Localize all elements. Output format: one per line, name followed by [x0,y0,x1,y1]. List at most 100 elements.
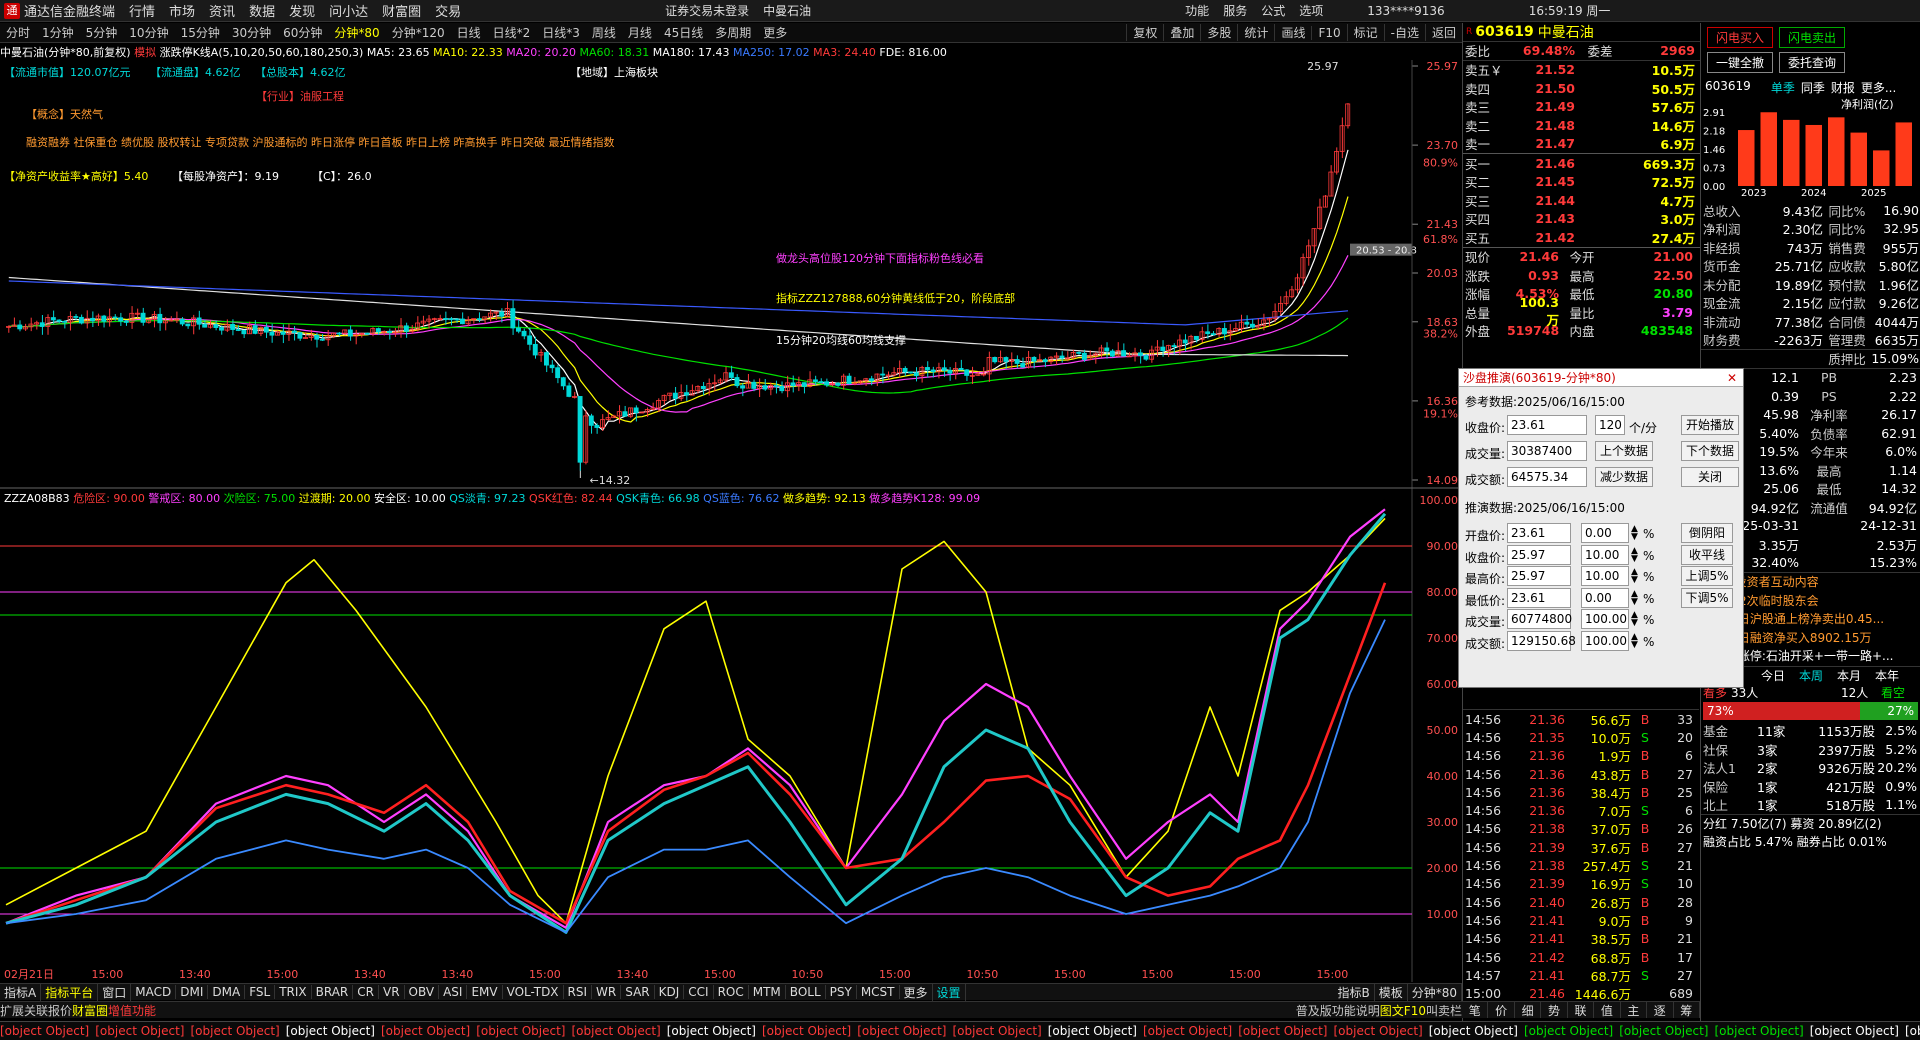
ref-vol-input[interactable]: 30387400 [1507,441,1587,461]
tab-single[interactable]: 单季 [1771,79,1795,96]
sim-pct-input[interactable]: 100.00 [1581,609,1629,629]
multistock-button[interactable]: 多股 [1200,24,1237,41]
period-month[interactable]: 月线 [622,24,658,41]
menu-fuwu[interactable]: 服务 [1223,2,1247,19]
sim-value-input[interactable]: 129150.68 [1507,630,1576,651]
indicator-tab[interactable]: CCI [684,985,714,999]
ask-row[interactable]: 卖四 21.50 50.5万 [1463,79,1700,98]
menu-jiaoyi[interactable]: 交易 [435,1,461,20]
menu-hangqing[interactable]: 行情 [129,1,155,20]
indicator-tab[interactable]: VOL-TDX [503,985,564,999]
indicator-tab[interactable]: CR [353,985,379,999]
side-tab[interactable]: 势 [1541,1002,1568,1018]
period-80min[interactable]: 分钟*80 [328,24,385,41]
cancel-all-button[interactable]: 一键全撤 [1707,52,1774,73]
sim-action-button[interactable]: 下调5% [1681,587,1733,608]
indicator-tab-right[interactable]: 分钟*80 [1408,983,1462,1001]
period-15min[interactable]: 15分钟 [175,24,226,41]
indicator-tab[interactable]: 更多 [900,983,933,1001]
sim-pct-input[interactable]: 10.00 [1581,544,1629,565]
osc-title[interactable]: ZZZA08B83 [4,492,70,505]
flash-buy-button[interactable]: 闪电买入 [1707,27,1774,48]
eye-tab-month[interactable]: 本月 [1837,667,1875,684]
indicator-tab[interactable]: FSL [245,985,276,999]
sim-action-button[interactable]: 倒阴阳 [1681,523,1733,543]
indicator-tab[interactable]: BOLL [786,985,826,999]
bid-row[interactable]: 买一 21.46 669.3万 [1463,154,1700,173]
tab-same[interactable]: 同季 [1801,79,1825,96]
eye-tab-week[interactable]: 本周 [1799,667,1837,684]
ext-tab[interactable]: 增值功能 [108,1002,156,1019]
eye-tab-today[interactable]: 今日 [1761,667,1799,684]
indicator-tab[interactable]: BRAR [312,985,354,999]
indicator-tab[interactable]: 窗口 [98,983,132,1001]
sim-pct-input[interactable]: 0.00 [1581,587,1629,608]
period-day[interactable]: 日线 [451,24,487,41]
ref-amt-input[interactable]: 64575.34 [1507,467,1587,487]
period-10min[interactable]: 10分钟 [123,24,174,41]
indicator-tab[interactable]: WR [592,985,622,999]
indicator-tab[interactable]: DMA [208,985,246,999]
bid-book[interactable]: 买一 21.46 669.3万 买二 21.45 72.5万 买三 21.44 4.7万 买四 21… [1463,153,1700,247]
ref-close-input[interactable]: 23.61 [1507,415,1587,435]
favorite-button[interactable]: -自选 [1383,24,1425,41]
mode-badge[interactable]: 模拟 [134,46,156,59]
indicator-tab[interactable]: TRIX [275,985,312,999]
step-input[interactable]: 120 [1595,415,1625,435]
indicator-tab[interactable]: MTM [749,985,786,999]
period-day3[interactable]: 日线*3 [536,24,586,41]
sim-action-button[interactable]: 收平线 [1681,544,1733,565]
side-tab[interactable]: 值 [1594,1002,1621,1018]
sim-action-button[interactable]: 上调5% [1681,566,1733,586]
sim-pct-input[interactable]: 0.00 [1581,523,1629,543]
close-icon[interactable]: ✕ [1727,369,1737,386]
ask-row[interactable]: 卖三 21.49 57.6万 [1463,98,1700,117]
period-30min[interactable]: 30分钟 [226,24,277,41]
bid-row[interactable]: 买三 21.44 4.7万 [1463,191,1700,210]
fuquan-button[interactable]: 复权 [1126,24,1163,41]
indicator-tab[interactable]: OBV [405,985,440,999]
menu-zixun[interactable]: 资讯 [209,1,235,20]
ask-book[interactable]: 卖五￥ 21.52 10.5万 卖四 21.50 50.5万 卖三 21.49 57.6万 卖二 2… [1463,61,1700,154]
indicator-tab-right[interactable]: 模板 [1375,983,1408,1001]
sim-pct-input[interactable]: 100.00 [1581,630,1629,651]
indicator-tab[interactable]: 指标平台 [41,983,99,1001]
side-tab[interactable]: 联 [1568,1002,1595,1018]
menu-shuju[interactable]: 数据 [249,1,275,20]
indicator-tab[interactable]: MCST [857,985,900,999]
ext-tab[interactable]: 扩展 [0,1002,24,1019]
sim-pct-input[interactable]: 10.00 [1581,566,1629,586]
dialog-close-button[interactable]: 关闭 [1681,467,1739,487]
indicator-tab[interactable]: PSY [826,985,857,999]
bid-row[interactable]: 买五 21.42 27.4万 [1463,228,1700,247]
side-tab[interactable]: 价 [1488,1002,1515,1018]
period-5min[interactable]: 5分钟 [80,24,124,41]
ask-row[interactable]: 卖二 21.48 14.6万 [1463,116,1700,135]
spin-icon[interactable]: ▲ ▼ [1631,589,1638,606]
spin-icon[interactable]: ▲ ▼ [1631,611,1638,628]
side-tab[interactable]: 筹 [1674,1002,1700,1018]
reduce-data-button[interactable]: 减少数据 [1595,467,1653,487]
sim-value-input[interactable]: 25.97 [1507,544,1571,565]
spin-icon[interactable]: ▲ ▼ [1631,546,1638,563]
indicator-tab[interactable]: RSI [564,985,593,999]
side-tab[interactable]: 细 [1515,1002,1542,1018]
indicator-tab[interactable]: 指标A [0,983,42,1001]
spin-icon[interactable]: ▲ ▼ [1631,568,1638,585]
account-id[interactable]: 133****9136 [1367,4,1444,18]
ask-row[interactable]: 卖五￥ 21.52 10.5万 [1463,61,1700,80]
period-120min[interactable]: 分钟*120 [386,24,451,41]
menu-faxian[interactable]: 发现 [289,1,315,20]
menu-xuanxiang[interactable]: 选项 [1299,2,1323,19]
indicator-tab[interactable]: 设置 [933,983,966,1001]
sim-value-input[interactable]: 23.61 [1507,523,1571,543]
order-query-button[interactable]: 委托查询 [1779,52,1846,73]
f10-button[interactable]: F10 [1311,25,1346,40]
period-week[interactable]: 周线 [586,24,622,41]
period-fenshi[interactable]: 分时 [0,24,36,41]
sandbox-dialog[interactable]: 沙盘推演(603619-分钟*80) ✕ 参考数据:2025/06/16/15:0… [1458,368,1744,688]
indicator-tab[interactable]: ASI [439,985,468,999]
indicator-tab[interactable]: VR [379,985,405,999]
bid-row[interactable]: 买二 21.45 72.5万 [1463,173,1700,192]
next-data-button[interactable]: 下个数据 [1681,441,1739,461]
